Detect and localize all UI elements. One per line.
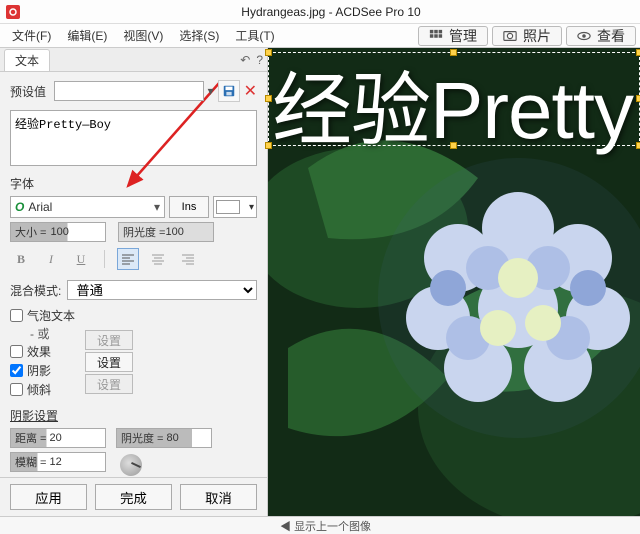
shadow-settings-button[interactable]: 设置	[85, 352, 133, 372]
resize-handle[interactable]	[450, 142, 457, 149]
menu-edit[interactable]: 编辑(E)	[59, 24, 115, 47]
menu-select[interactable]: 选择(S)	[171, 24, 227, 47]
window-title: Hydrangeas.jpg - ACDSee Pro 10	[28, 5, 634, 19]
image-canvas[interactable]: 经验Pretty	[268, 48, 640, 516]
shadow-distance-slider[interactable]: 距离 = 20	[10, 428, 106, 448]
italic-button[interactable]: I	[40, 248, 62, 270]
shadow-angle-dial[interactable]	[116, 452, 146, 477]
align-left-button[interactable]	[117, 248, 139, 270]
shadow-checkbox[interactable]: 阴影	[10, 361, 75, 380]
preset-combo[interactable]	[54, 81, 204, 101]
align-right-button[interactable]	[177, 248, 199, 270]
resize-handle[interactable]	[265, 95, 272, 102]
mode-manage[interactable]: 管理	[418, 26, 488, 46]
blend-mode-label: 混合模式:	[10, 282, 61, 299]
menu-file[interactable]: 文件(F)	[4, 24, 59, 47]
opacity-slider[interactable]: 阴光度 =100	[118, 222, 214, 242]
menu-view[interactable]: 视图(V)	[115, 24, 171, 47]
resize-handle[interactable]	[636, 142, 640, 149]
font-logo-icon: O	[15, 200, 24, 214]
shadow-blur-slider[interactable]: 模糊 = 12	[10, 452, 106, 472]
chevron-down-icon: ▾	[154, 200, 160, 214]
app-icon	[6, 5, 20, 19]
font-label: 字体	[10, 175, 257, 192]
text-selection-layer[interactable]: 经验Pretty	[268, 52, 640, 146]
align-center-button[interactable]	[147, 248, 169, 270]
resize-handle[interactable]	[265, 49, 272, 56]
prev-image-button[interactable]: ◀ 显示上一个图像	[280, 518, 371, 534]
shadow-opacity-slider[interactable]: 阴光度 = 80	[116, 428, 212, 448]
preset-label: 预设值	[10, 83, 50, 100]
skew-checkbox[interactable]: 倾斜	[10, 380, 75, 399]
status-bar: ◀ 显示上一个图像	[0, 516, 640, 534]
preset-dropdown-icon[interactable]: ▾	[208, 84, 214, 98]
save-preset-button[interactable]	[218, 80, 240, 102]
font-size-slider[interactable]: 大小 =100	[10, 222, 106, 242]
apply-button[interactable]: 应用	[10, 484, 87, 510]
bubble-text-checkbox[interactable]: 气泡文本	[10, 306, 75, 325]
done-button[interactable]: 完成	[95, 484, 172, 510]
text-color-picker[interactable]: ▾	[213, 196, 257, 218]
help-icon[interactable]: ?	[256, 53, 263, 67]
resize-handle[interactable]	[450, 49, 457, 56]
resize-handle[interactable]	[636, 95, 640, 102]
color-swatch	[216, 200, 240, 214]
font-family-combo[interactable]: O Arial ▾	[10, 196, 165, 218]
cancel-button[interactable]: 取消	[180, 484, 257, 510]
underline-button[interactable]: U	[70, 248, 92, 270]
insert-button[interactable]: Ins	[169, 196, 209, 218]
mode-view[interactable]: 查看	[566, 26, 636, 46]
skew-settings-button: 设置	[85, 374, 133, 394]
effect-settings-button: 设置	[85, 330, 133, 350]
mode-photo[interactable]: 照片	[492, 26, 562, 46]
resize-handle[interactable]	[265, 142, 272, 149]
title-bar: Hydrangeas.jpg - ACDSee Pro 10	[0, 0, 640, 24]
undo-icon[interactable]: ↶	[240, 53, 250, 67]
resize-handle[interactable]	[636, 49, 640, 56]
menu-tools[interactable]: 工具(T)	[227, 24, 282, 47]
chevron-down-icon: ▾	[249, 202, 254, 213]
menu-bar: 文件(F) 编辑(E) 视图(V) 选择(S) 工具(T) 管理 照片 查看	[0, 24, 640, 48]
text-tool-panel: 文本 ↶ ? 预设值 ▾ ✕ 字体 O	[0, 48, 268, 516]
tab-text[interactable]: 文本	[4, 49, 50, 71]
effect-checkbox[interactable]: 效果	[10, 342, 75, 361]
delete-preset-button[interactable]: ✕	[244, 81, 257, 101]
or-separator: - 或	[10, 325, 75, 342]
text-input[interactable]	[10, 110, 257, 166]
font-name: Arial	[28, 200, 52, 214]
bold-button[interactable]: B	[10, 248, 32, 270]
blend-mode-select[interactable]: 普通	[67, 280, 257, 300]
shadow-settings-label: 阴影设置	[10, 407, 257, 424]
